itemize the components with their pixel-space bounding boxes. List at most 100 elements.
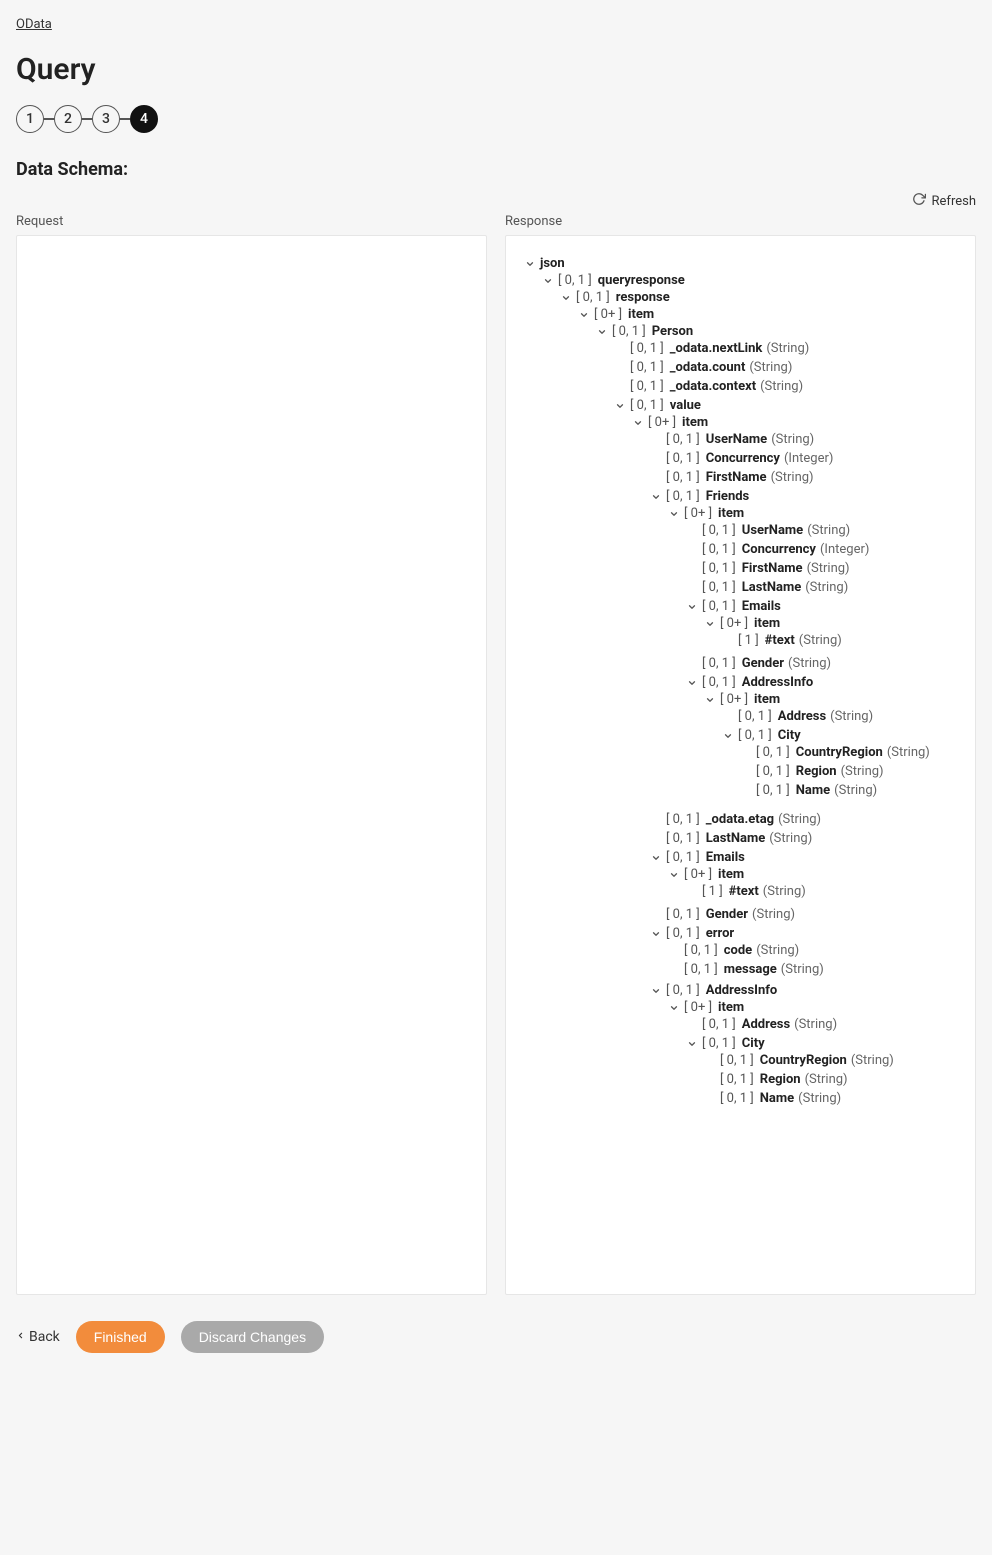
tree-row[interactable]: [ 0, 1 ] Person — [596, 324, 965, 339]
wizard-step-2[interactable]: 2 — [54, 105, 82, 133]
node-type: (String) — [763, 884, 806, 899]
chevron-down-icon[interactable] — [668, 1003, 680, 1013]
node-type: (String) — [760, 379, 803, 394]
cardinality: [ 0, 1 ] — [702, 1036, 738, 1051]
tree-row: [ 0, 1 ] Concurrency (Integer) — [650, 451, 965, 466]
tree-row: [ 0, 1 ] FirstName (String) — [686, 561, 965, 576]
tree-row[interactable]: [ 0, 1 ] AddressInfo — [650, 983, 965, 998]
tree-node: [ 0, 1 ] AddressInfo [ 0+ ] item [ 0, 1 ] … — [650, 981, 965, 1114]
tree-row[interactable]: [ 0+ ] item — [668, 506, 965, 521]
tree-node: [ 0, 1 ] CountryRegion (String) — [704, 1051, 965, 1070]
node-type: (String) — [794, 1017, 837, 1032]
tree-row[interactable]: [ 0, 1 ] queryresponse — [542, 273, 965, 288]
node-name: Address — [778, 709, 826, 724]
tree-row[interactable]: [ 0+ ] item — [704, 616, 965, 631]
chevron-down-icon[interactable] — [524, 259, 536, 269]
tree-row: [ 0, 1 ] message (String) — [668, 962, 965, 977]
refresh-label: Refresh — [932, 194, 976, 209]
node-name: AddressInfo — [742, 675, 813, 690]
cardinality: [ 0, 1 ] — [630, 379, 666, 394]
tree-row: [ 0, 1 ] Region (String) — [740, 764, 965, 779]
cardinality: [ 0, 1 ] — [756, 783, 792, 798]
chevron-down-icon[interactable] — [614, 401, 626, 411]
cardinality: [ 0+ ] — [684, 1000, 714, 1015]
node-type: (String) — [771, 470, 814, 485]
tree-node: [ 0, 1 ] Address (String) — [722, 707, 965, 726]
tree-row[interactable]: [ 0+ ] item — [632, 415, 965, 430]
chevron-down-icon[interactable] — [686, 1039, 698, 1049]
tree-node: [ 0+ ] item[ 0, 1 ] Address (String)[ 0,… — [668, 998, 965, 1112]
node-name: Address — [742, 1017, 790, 1032]
chevron-down-icon[interactable] — [686, 678, 698, 688]
tree-row[interactable]: [ 0, 1 ] City — [686, 1036, 965, 1051]
chevron-down-icon[interactable] — [686, 602, 698, 612]
page-title: Query — [16, 52, 976, 87]
tree-row[interactable]: json — [524, 256, 965, 271]
node-type: (String) — [805, 580, 848, 595]
cardinality: [ 0, 1 ] — [702, 542, 738, 557]
chevron-left-icon — [16, 1329, 25, 1345]
tree-node: [ 0, 1 ] LastName (String) — [650, 829, 965, 848]
node-type: (String) — [752, 907, 795, 922]
tree-row[interactable]: [ 0, 1 ] City — [722, 728, 965, 743]
chevron-down-icon[interactable] — [650, 853, 662, 863]
tree-row: [ 0, 1 ] Gender (String) — [650, 907, 965, 922]
node-type: (String) — [766, 341, 809, 356]
back-button[interactable]: Back — [16, 1329, 60, 1345]
tree-row: [ 0, 1 ] Gender (String) — [686, 656, 965, 671]
wizard-step-4[interactable]: 4 — [130, 105, 158, 133]
tree-row[interactable]: [ 0, 1 ] Friends — [650, 489, 965, 504]
tree-row: [ 0, 1 ] Address (String) — [686, 1017, 965, 1032]
wizard-connector — [44, 118, 54, 120]
cardinality: [ 0+ ] — [684, 867, 714, 882]
wizard-step-1[interactable]: 1 — [16, 105, 44, 133]
chevron-down-icon[interactable] — [650, 492, 662, 502]
cardinality: [ 0, 1 ] — [702, 656, 738, 671]
tree-row[interactable]: [ 0+ ] item — [704, 692, 965, 707]
node-name: LastName — [742, 580, 801, 595]
section-title: Data Schema: — [16, 159, 976, 180]
tree-row[interactable]: [ 0, 1 ] Emails — [650, 850, 965, 865]
breadcrumb-odata[interactable]: OData — [16, 17, 52, 32]
chevron-down-icon[interactable] — [578, 310, 590, 320]
tree-row[interactable]: [ 0+ ] item — [578, 307, 965, 322]
response-label: Response — [505, 214, 976, 229]
discard-button[interactable]: Discard Changes — [181, 1321, 324, 1353]
chevron-down-icon[interactable] — [668, 509, 680, 519]
cardinality: [ 0, 1 ] — [756, 745, 792, 760]
chevron-down-icon[interactable] — [632, 418, 644, 428]
node-name: City — [742, 1036, 765, 1051]
wizard-step-3[interactable]: 3 — [92, 105, 120, 133]
tree-row[interactable]: [ 0, 1 ] value — [614, 398, 965, 413]
tree-node: [ 0, 1 ] City[ 0, 1 ] CountryRegion (Str… — [686, 1034, 965, 1110]
tree-row[interactable]: [ 0, 1 ] AddressInfo — [686, 675, 965, 690]
chevron-down-icon[interactable] — [650, 929, 662, 939]
tree-node: [ 0+ ] item[ 1 ] #text (String) — [704, 614, 965, 652]
finished-button[interactable]: Finished — [76, 1321, 165, 1353]
tree-node: [ 0, 1 ] value[ 0+ ] item[ 0, 1 ] UserNa… — [614, 396, 965, 1118]
chevron-down-icon[interactable] — [542, 276, 554, 286]
request-panel — [16, 235, 487, 1295]
cardinality: [ 0, 1 ] — [702, 561, 738, 576]
node-name: item — [628, 307, 654, 322]
chevron-down-icon[interactable] — [704, 695, 716, 705]
chevron-down-icon[interactable] — [650, 986, 662, 996]
tree-row[interactable]: [ 0, 1 ] response — [560, 290, 965, 305]
node-name: CountryRegion — [796, 745, 883, 760]
tree-node: [ 0, 1 ] Gender (String) — [650, 905, 965, 924]
chevron-down-icon[interactable] — [560, 293, 572, 303]
chevron-down-icon[interactable] — [668, 870, 680, 880]
tree-node: [ 0, 1 ] Person[ 0, 1 ] _odata.nextLink … — [596, 322, 965, 1120]
node-name: #text — [729, 884, 759, 899]
request-label: Request — [16, 214, 487, 229]
wizard-connector — [120, 118, 130, 120]
tree-node: [ 0+ ] item[ 0, 1 ] UserName (String)[ 0… — [668, 504, 965, 808]
chevron-down-icon[interactable] — [704, 619, 716, 629]
tree-row[interactable]: [ 0+ ] item — [668, 1000, 965, 1015]
chevron-down-icon[interactable] — [596, 327, 608, 337]
refresh-button[interactable]: Refresh — [912, 192, 976, 210]
chevron-down-icon[interactable] — [722, 731, 734, 741]
tree-row[interactable]: [ 0, 1 ] Emails — [686, 599, 965, 614]
tree-row[interactable]: [ 0+ ] item — [668, 867, 965, 882]
tree-row[interactable]: [ 0, 1 ] error — [650, 926, 965, 941]
